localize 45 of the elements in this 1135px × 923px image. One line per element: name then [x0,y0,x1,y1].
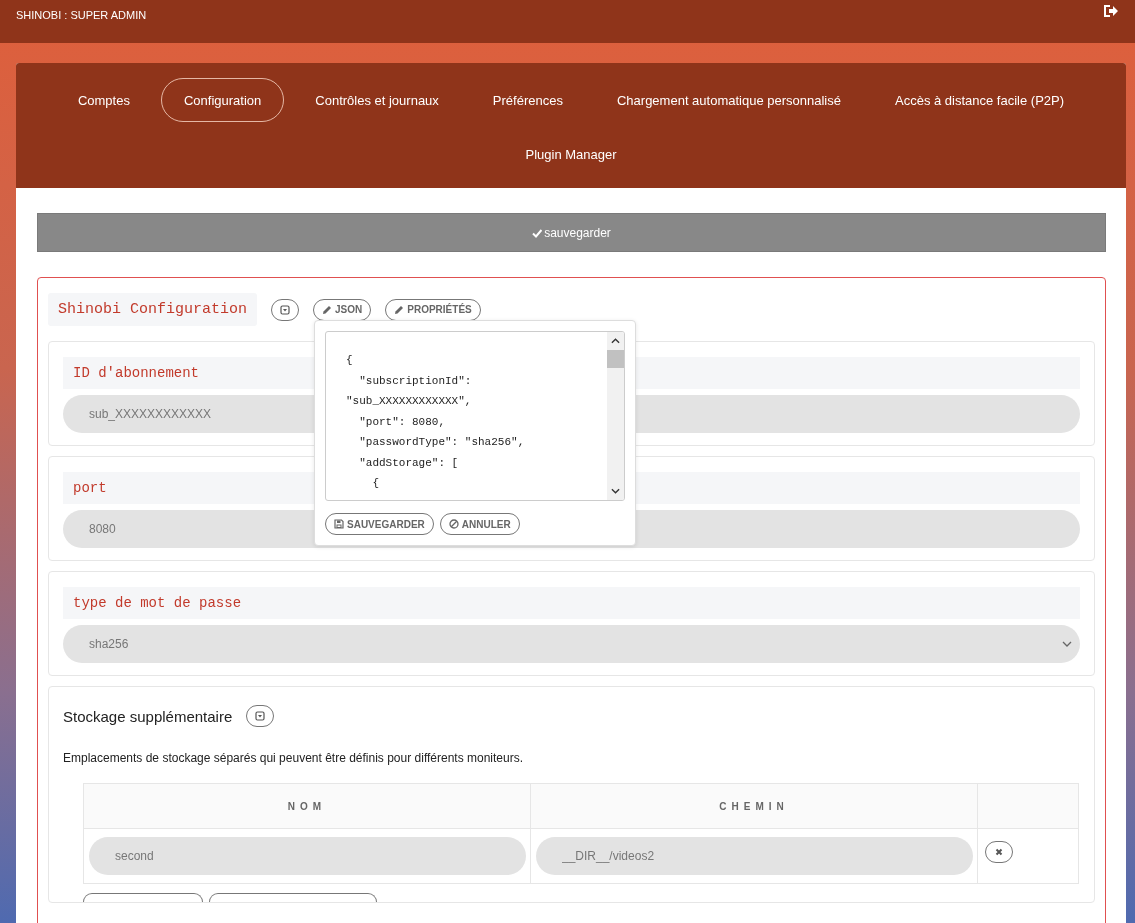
section-title: Stockage supplémentaire [63,707,233,725]
field-label: type de mot de passe [63,587,1080,619]
code-line: "passwordType": "sha256", [358,435,526,450]
nav-tab[interactable]: Chargement automatique personnalisé [593,78,864,122]
scroll-down-icon[interactable] [611,488,620,494]
caret-icon [280,304,291,315]
cancel-button[interactable]: ANNULER [439,513,520,535]
check-icon [532,227,543,238]
code-line: "addStorage": [ [358,455,460,471]
section-title: Shinobi Configuration [48,293,258,326]
save-button[interactable]: SAUVEGARDER [325,513,434,535]
mode-button[interactable]: PROPRIÉTÉS [385,298,481,321]
name-input[interactable]: second [89,837,526,875]
code-line: "subscriptionId": [358,373,473,389]
json-editor[interactable]: { "subscriptionId": "sub_XXXXXXXXXXXX", "port": 8080, "passwordType": "sha256", "addStorage": [ { [325,331,625,501]
column-header: NOM [83,783,531,829]
scroll-up-icon[interactable] [611,338,620,344]
nav-tab[interactable]: Accès à distance facile (P2P) [872,78,1088,122]
scrollbar[interactable] [607,332,624,500]
code-line: "port": 8080, [358,414,447,430]
close-icon [994,847,1004,857]
scrollbar-thumb[interactable] [607,350,624,368]
nav-tab[interactable]: Contrôles et journaux [292,78,462,122]
code-line: "sub_XXXXXXXXXXXX", [346,394,473,409]
select-field[interactable]: sha256 [63,625,1080,663]
save-button[interactable]: sauvegarder [37,213,1106,252]
chevron-icon [1062,641,1072,647]
pencil-icon [394,304,405,315]
remove-button[interactable] [985,841,1013,863]
nav-tab[interactable]: Comptes [54,78,153,122]
code-line: { [371,476,380,491]
caret-icon [255,711,266,721]
nav-tab[interactable]: Préférences [469,78,586,122]
floppy-icon [334,519,344,529]
logout-icon[interactable] [1103,4,1119,18]
path-input[interactable]: __DIR__/videos2 [536,837,973,875]
collapse-button[interactable] [271,298,300,321]
column-header: CHEMIN [530,783,978,829]
ban-icon [448,519,459,529]
section-description: Emplacements de stockage séparés qui peuvent être définis pour différents moniteurs. [63,751,525,765]
mode-button[interactable]: JSON [313,298,372,321]
pencil-icon [322,304,333,315]
nav-tab[interactable]: Plugin Manager [502,132,640,176]
app-title: SHINOBI : SUPER ADMIN [16,9,147,21]
collapse-button[interactable] [246,705,275,727]
